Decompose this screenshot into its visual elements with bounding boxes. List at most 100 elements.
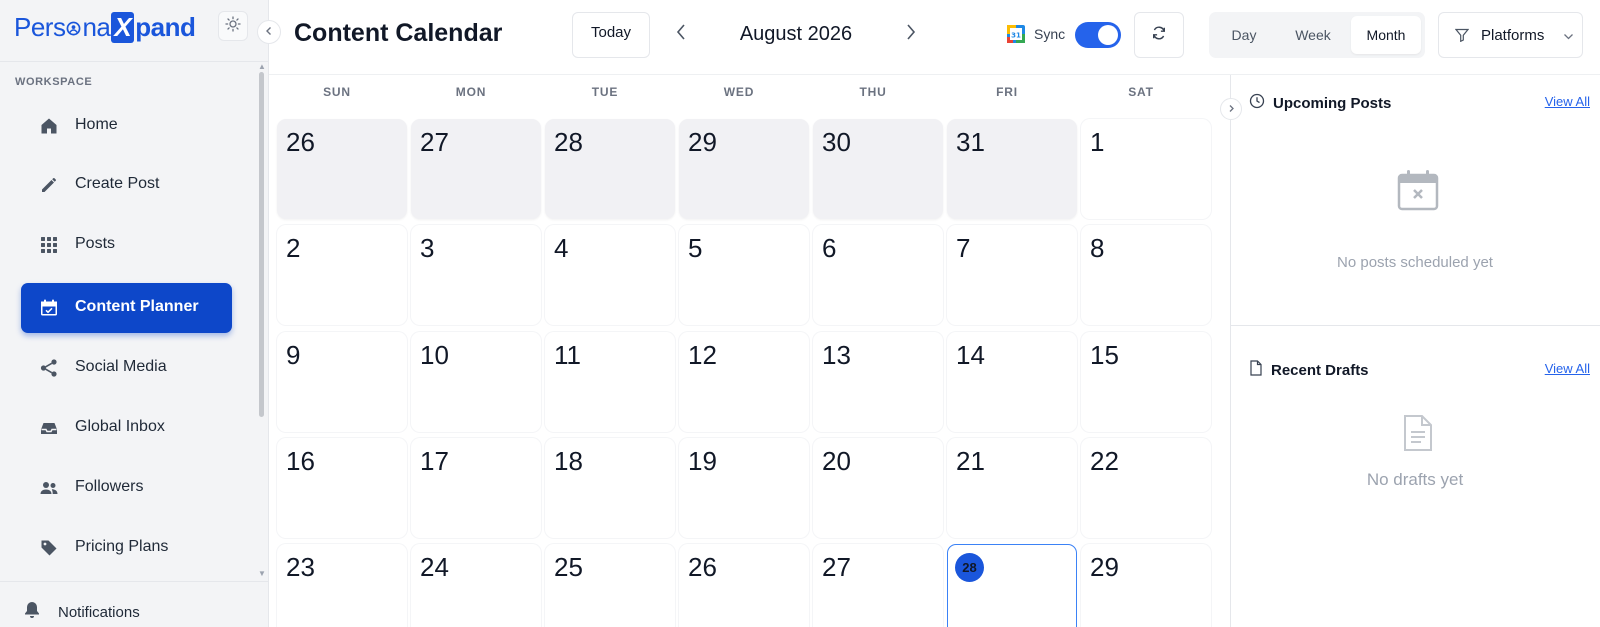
brand-part1b: na bbox=[82, 11, 111, 42]
calendar-day-cell-today[interactable]: 28 bbox=[947, 544, 1077, 627]
view-week-button[interactable]: Week bbox=[1279, 16, 1347, 54]
upcoming-view-all-link[interactable]: View All bbox=[1545, 94, 1590, 109]
scroll-up-arrow[interactable]: ▲ bbox=[258, 62, 266, 71]
collapse-panel-button[interactable] bbox=[1220, 98, 1242, 120]
theme-toggle-button[interactable] bbox=[218, 11, 248, 41]
day-number: 29 bbox=[1090, 552, 1119, 582]
calendar-day-cell[interactable]: 13 bbox=[813, 332, 943, 432]
refresh-icon bbox=[1151, 25, 1167, 46]
sync-toggle[interactable] bbox=[1075, 22, 1121, 48]
calendar-day-cell[interactable]: 18 bbox=[545, 438, 675, 538]
calendar-day-cell[interactable]: 27 bbox=[813, 544, 943, 627]
brand-logo[interactable]: Pers na X pand bbox=[14, 10, 196, 44]
prev-month-button[interactable] bbox=[670, 22, 692, 46]
chevron-right-icon bbox=[1227, 100, 1236, 118]
calendar-day-cell[interactable]: 26 bbox=[679, 544, 809, 627]
calendar-day-cell[interactable]: 8 bbox=[1081, 225, 1211, 325]
calendar-day-cell[interactable]: 23 bbox=[277, 544, 407, 627]
day-number: 26 bbox=[688, 552, 717, 582]
sidebar-item-followers[interactable]: Followers bbox=[21, 463, 232, 513]
sidebar-item-label: Create Post bbox=[75, 175, 160, 192]
day-number: 2 bbox=[286, 233, 301, 263]
calendar-day-cell[interactable]: 27 bbox=[411, 119, 541, 219]
day-number: 16 bbox=[286, 446, 315, 476]
today-button[interactable]: Today bbox=[572, 12, 650, 58]
sidebar: Pers na X pand WORKSPACE Home Create Pos… bbox=[0, 0, 269, 627]
notifications-item[interactable]: Notifications bbox=[22, 600, 140, 624]
day-number: 14 bbox=[956, 340, 985, 370]
calendar-day-cell[interactable]: 31 bbox=[947, 119, 1077, 219]
calendar-day-cell[interactable]: 20 bbox=[813, 438, 943, 538]
day-number: 25 bbox=[554, 552, 583, 582]
calendar-day-cell[interactable]: 25 bbox=[545, 544, 675, 627]
sidebar-item-social-media[interactable]: Social Media bbox=[21, 343, 232, 393]
calendar-day-cell[interactable]: 15 bbox=[1081, 332, 1211, 432]
calendar-day-cell[interactable]: 21 bbox=[947, 438, 1077, 538]
calendar-day-cell[interactable]: 7 bbox=[947, 225, 1077, 325]
day-number: 11 bbox=[554, 340, 581, 370]
calendar-day-cell[interactable]: 29 bbox=[679, 119, 809, 219]
collapse-sidebar-button[interactable] bbox=[257, 20, 281, 44]
refresh-button[interactable] bbox=[1134, 12, 1184, 58]
calendar-day-cell[interactable]: 11 bbox=[545, 332, 675, 432]
calendar-day-cell[interactable]: 3 bbox=[411, 225, 541, 325]
platforms-filter-button[interactable]: Platforms bbox=[1438, 12, 1583, 58]
brand-part1: Pers bbox=[14, 11, 66, 42]
day-number: 15 bbox=[1090, 340, 1119, 370]
weekday-header: TUE bbox=[591, 85, 619, 99]
calendar-day-cell[interactable]: 14 bbox=[947, 332, 1077, 432]
calendar-day-cell[interactable]: 16 bbox=[277, 438, 407, 538]
scroll-down-arrow[interactable]: ▼ bbox=[258, 569, 266, 578]
calendar-day-cell[interactable]: 9 bbox=[277, 332, 407, 432]
sidebar-scrollbar[interactable] bbox=[259, 72, 264, 417]
day-number: 19 bbox=[688, 446, 717, 476]
calendar-day-cell[interactable]: 12 bbox=[679, 332, 809, 432]
next-month-button[interactable] bbox=[900, 22, 922, 46]
document-icon bbox=[1249, 360, 1263, 380]
day-number: 13 bbox=[822, 340, 851, 370]
sidebar-divider-bottom bbox=[0, 581, 268, 582]
platforms-label: Platforms bbox=[1481, 27, 1545, 44]
upcoming-posts-header: Upcoming Posts bbox=[1249, 93, 1391, 113]
calendar-day-cell[interactable]: 24 bbox=[411, 544, 541, 627]
calendar-day-cell[interactable]: 22 bbox=[1081, 438, 1211, 538]
calendar-day-cell[interactable]: 5 bbox=[679, 225, 809, 325]
share-icon bbox=[38, 357, 60, 379]
view-switcher: Day Week Month bbox=[1209, 12, 1425, 58]
calendar-day-cell[interactable]: 2 bbox=[277, 225, 407, 325]
sidebar-divider bbox=[0, 61, 268, 62]
day-number: 24 bbox=[420, 552, 449, 582]
weekday-header: THU bbox=[859, 85, 887, 99]
calendar-day-cell[interactable]: 10 bbox=[411, 332, 541, 432]
day-number: 29 bbox=[688, 127, 717, 157]
calendar-day-cell[interactable]: 30 bbox=[813, 119, 943, 219]
sidebar-item-content-planner[interactable]: Content Planner bbox=[21, 283, 232, 333]
sidebar-item-create-post[interactable]: Create Post bbox=[21, 160, 232, 210]
sidebar-item-posts[interactable]: Posts bbox=[21, 220, 232, 270]
day-number: 12 bbox=[688, 340, 717, 370]
calendar-day-cell[interactable]: 19 bbox=[679, 438, 809, 538]
calendar-day-cell[interactable]: 29 bbox=[1081, 544, 1211, 627]
calendar-day-cell[interactable]: 1 bbox=[1081, 119, 1211, 219]
weekday-header: SUN bbox=[323, 85, 351, 99]
sun-icon bbox=[225, 15, 241, 37]
sidebar-item-pricing-plans[interactable]: Pricing Plans bbox=[21, 523, 232, 573]
calendar-day-cell[interactable]: 6 bbox=[813, 225, 943, 325]
day-number: 8 bbox=[1090, 233, 1105, 263]
day-number: 20 bbox=[822, 446, 851, 476]
calendar-day-cell[interactable]: 17 bbox=[411, 438, 541, 538]
day-number: 1 bbox=[1090, 127, 1105, 157]
view-day-button[interactable]: Day bbox=[1213, 16, 1275, 54]
calendar-day-cell[interactable]: 4 bbox=[545, 225, 675, 325]
view-month-button[interactable]: Month bbox=[1351, 16, 1421, 54]
calendar-day-cell[interactable]: 26 bbox=[277, 119, 407, 219]
chevron-left-icon bbox=[264, 23, 274, 41]
calendar-day-cell[interactable]: 28 bbox=[545, 119, 675, 219]
clock-icon bbox=[1249, 93, 1265, 113]
sidebar-item-home[interactable]: Home bbox=[21, 101, 232, 151]
day-number: 28 bbox=[554, 127, 583, 157]
day-number: 23 bbox=[286, 552, 315, 582]
drafts-view-all-link[interactable]: View All bbox=[1545, 361, 1590, 376]
sidebar-item-global-inbox[interactable]: Global Inbox bbox=[21, 403, 232, 453]
chevron-left-icon bbox=[675, 23, 687, 46]
